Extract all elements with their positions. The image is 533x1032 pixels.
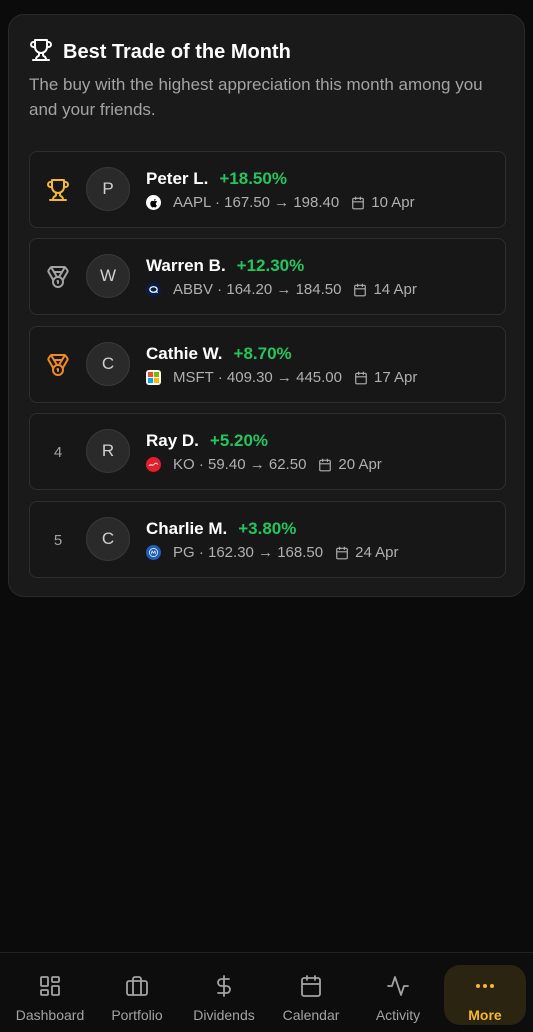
trophy-icon <box>29 38 53 67</box>
nav-label: More <box>468 1007 502 1023</box>
apple-logo <box>146 195 161 210</box>
trade-row[interactable]: 4 R Ray D. +5.20% KO · 59.40 → 62.50 20 … <box>29 413 506 490</box>
nav-more[interactable]: More <box>444 965 526 1025</box>
change-percent: +3.80% <box>238 519 297 538</box>
bronze-medal-icon <box>44 353 72 377</box>
rank-number: 4 <box>53 443 63 461</box>
nav-calendar[interactable]: Calendar <box>268 965 354 1025</box>
calendar-icon <box>335 546 349 560</box>
change-percent: +12.30% <box>236 256 305 275</box>
trader-name: Charlie M. <box>146 519 228 538</box>
trade-date: 20 Apr <box>338 456 382 473</box>
calendar-icon <box>318 458 332 472</box>
best-trade-card: Best Trade of the Month The buy with the… <box>8 14 525 597</box>
trade-date: 17 Apr <box>373 369 418 386</box>
nav-label: Calendar <box>282 1007 340 1023</box>
trade-date: 24 Apr <box>355 544 399 561</box>
calendar-icon <box>299 973 323 999</box>
trader-name: Peter L. <box>146 169 209 188</box>
trade-detail: PG · 162.30 → 168.50 <box>173 544 324 561</box>
trader-name: Cathie W. <box>146 344 223 363</box>
nav-dashboard[interactable]: Dashboard <box>7 965 93 1025</box>
card-title: Best Trade of the Month <box>63 41 291 63</box>
dollar-icon <box>212 973 236 999</box>
change-percent: +18.50% <box>219 169 287 188</box>
calendar-icon <box>353 283 367 297</box>
more-icon <box>473 973 497 999</box>
trade-date: 10 Apr <box>371 194 415 211</box>
nav-dividends[interactable]: Dividends <box>181 965 267 1025</box>
trade-row[interactable]: C Cathie W. +8.70% MSFT · 409.30 → 445.0… <box>29 326 506 403</box>
trade-date: 14 Apr <box>373 281 417 298</box>
nav-portfolio[interactable]: Portfolio <box>94 965 180 1025</box>
nav-label: Portfolio <box>111 1007 163 1023</box>
avatar: C <box>86 517 130 561</box>
calendar-icon <box>354 371 368 385</box>
avatar: R <box>86 429 130 473</box>
trade-row[interactable]: 5 C Charlie M. +3.80% PG · 162.30 → 168.… <box>29 501 506 578</box>
calendar-icon <box>351 196 365 210</box>
avatar: C <box>86 342 130 386</box>
briefcase-icon <box>125 973 149 999</box>
pg-logo <box>146 545 161 560</box>
trade-detail: MSFT · 409.30 → 445.00 <box>173 369 342 386</box>
nav-activity[interactable]: Activity <box>355 965 441 1025</box>
nav-label: Activity <box>375 1007 421 1023</box>
avatar: W <box>86 254 130 298</box>
trader-name: Warren B. <box>146 256 226 275</box>
nav-label: Dividends <box>193 1007 255 1023</box>
abbvie-logo <box>146 282 161 297</box>
microsoft-logo <box>146 370 161 385</box>
nav-label: Dashboard <box>15 1007 85 1023</box>
trade-detail: KO · 59.40 → 62.50 <box>173 456 307 473</box>
trade-row[interactable]: W Warren B. +12.30% ABBV · 164.20 → 184.… <box>29 238 506 315</box>
rank-number: 5 <box>53 531 63 549</box>
bottom-nav: Dashboard Portfolio Dividends Calendar A… <box>0 952 533 1032</box>
change-percent: +5.20% <box>209 431 269 450</box>
trade-detail: ABBV · 164.20 → 184.50 <box>173 281 342 298</box>
trophy-icon <box>44 178 72 202</box>
avatar: P <box>86 167 130 211</box>
change-percent: +8.70% <box>233 344 292 363</box>
card-header: Best Trade of the Month <box>29 38 291 67</box>
trade-row[interactable]: P Peter L. +18.50% AAPL · 167.50 → 198.4… <box>29 151 506 228</box>
trader-name: Ray D. <box>146 431 199 450</box>
card-subtitle: The buy with the highest appreciation th… <box>29 75 483 119</box>
coca-cola-logo <box>146 457 161 472</box>
activity-icon <box>386 973 410 999</box>
silver-medal-icon <box>44 265 72 289</box>
dashboard-icon <box>38 973 62 999</box>
trade-detail: AAPL · 167.50 → 198.40 <box>173 194 340 211</box>
